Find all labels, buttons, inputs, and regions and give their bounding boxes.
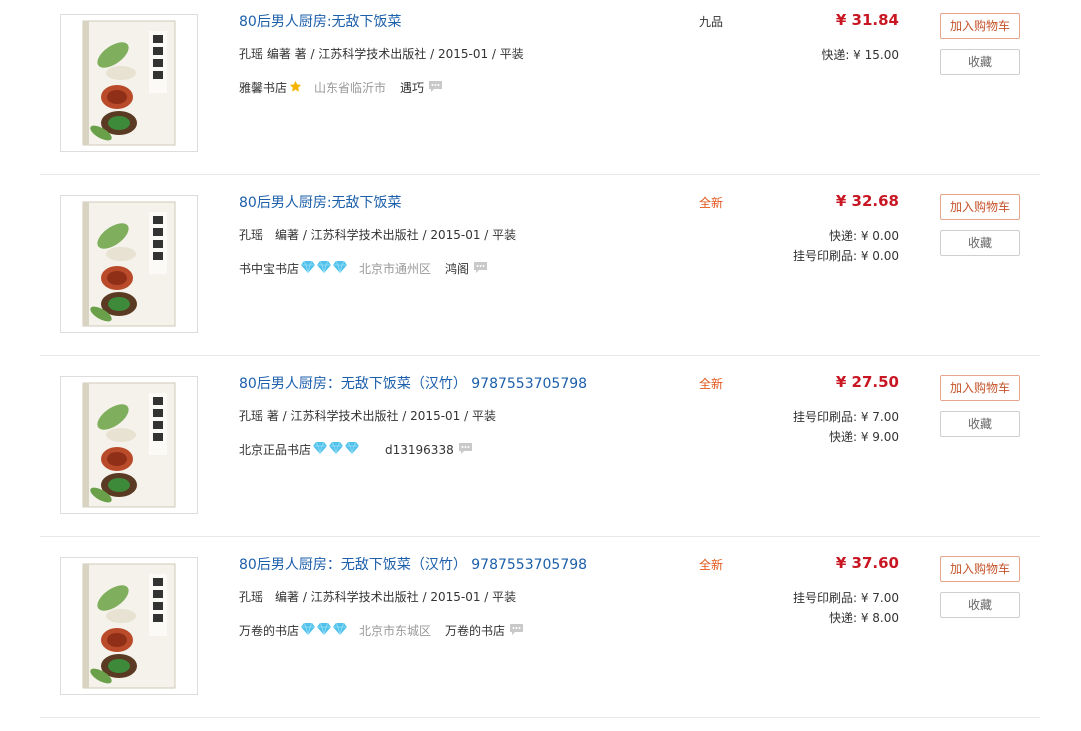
book-cover-image[interactable]	[60, 557, 198, 695]
price: ¥ 32.68	[835, 192, 899, 210]
diamond-icon	[317, 260, 332, 276]
shipping-fee: 快递: ¥ 8.00	[828, 611, 899, 625]
shipping-fee: 挂号印刷品: ¥ 0.00	[792, 249, 899, 263]
diamond-icon	[329, 441, 344, 457]
book-meta: 孔瑶 著 / 江苏科学技术出版社 / 2015-01 / 平装	[239, 409, 496, 423]
shop-info: 雅馨书店 山东省临沂市 遇巧	[239, 79, 443, 96]
book-cover-image[interactable]	[60, 195, 198, 333]
favorite-button[interactable]: 收藏	[940, 411, 1020, 437]
listing-row: 80后男人厨房:无敌下饭菜孔瑶 编著 / 江苏科学技术出版社 / 2015-01…	[40, 175, 1040, 356]
shipping-fee: 快递: ¥ 15.00	[821, 48, 899, 62]
shop-info: 万卷的书店 北京市东城区 万卷的书店	[239, 622, 524, 639]
favorite-button[interactable]: 收藏	[940, 230, 1020, 256]
diamond-icon	[345, 441, 360, 457]
shop-info: 书中宝书店 北京市通州区 鸿阁	[239, 260, 488, 277]
seller-name[interactable]: 遇巧	[400, 79, 424, 96]
diamond-icon	[313, 441, 328, 457]
price: ¥ 37.60	[835, 554, 899, 572]
star-icon	[289, 80, 302, 96]
book-title-link[interactable]: 80后男人厨房:无敌下饭菜	[239, 192, 402, 212]
book-title-link[interactable]: 80后男人厨房：无敌下饭菜（汉竹） 9787553705798	[239, 373, 587, 393]
shop-location: 北京市东城区	[359, 624, 432, 638]
shipping-fee: 挂号印刷品: ¥ 7.00	[792, 410, 899, 424]
listing-row: 80后男人厨房:无敌下饭菜孔瑶 编著 著 / 江苏科学技术出版社 / 2015-…	[40, 0, 1040, 175]
shipping-fee: 快递: ¥ 9.00	[828, 430, 899, 444]
condition-label: 全新	[699, 377, 724, 391]
condition-label: 全新	[699, 558, 724, 572]
book-meta: 孔瑶 编著 / 江苏科学技术出版社 / 2015-01 / 平装	[239, 228, 517, 242]
diamond-icon	[333, 622, 348, 638]
shop-location: 山东省临沂市	[314, 81, 387, 95]
price: ¥ 27.50	[835, 373, 899, 391]
chat-icon[interactable]	[473, 261, 488, 277]
shipping-fee: 挂号印刷品: ¥ 7.00	[792, 591, 899, 605]
add-to-cart-button[interactable]: 加入购物车	[940, 194, 1020, 220]
shop-name-link[interactable]: 北京正品书店	[239, 441, 311, 458]
shipping-fee: 快递: ¥ 0.00	[828, 229, 899, 243]
chat-icon[interactable]	[458, 442, 473, 458]
diamond-icon	[301, 622, 316, 638]
seller-name[interactable]: 鸿阁	[445, 260, 469, 277]
price: ¥ 31.84	[835, 11, 899, 29]
diamond-icon	[301, 260, 316, 276]
add-to-cart-button[interactable]: 加入购物车	[940, 375, 1020, 401]
favorite-button[interactable]: 收藏	[940, 49, 1020, 75]
book-meta: 孔瑶 编著 著 / 江苏科学技术出版社 / 2015-01 / 平装	[239, 47, 524, 61]
seller-name[interactable]: 万卷的书店	[445, 622, 505, 639]
book-meta: 孔瑶 编著 / 江苏科学技术出版社 / 2015-01 / 平装	[239, 590, 517, 604]
book-cover-image[interactable]	[60, 376, 198, 514]
condition-label: 九品	[699, 15, 724, 29]
listing-row: 80后男人厨房：无敌下饭菜（汉竹） 9787553705798 孔瑶 编著 / 江…	[40, 537, 1040, 718]
favorite-button[interactable]: 收藏	[940, 592, 1020, 618]
book-cover-image[interactable]	[60, 14, 198, 152]
book-title-link[interactable]: 80后男人厨房:无敌下饭菜	[239, 11, 402, 31]
shop-name-link[interactable]: 万卷的书店	[239, 622, 299, 639]
chat-icon[interactable]	[509, 623, 524, 639]
chat-icon[interactable]	[428, 80, 443, 96]
listing-row: 80后男人厨房：无敌下饭菜（汉竹） 9787553705798 孔瑶 著 / 江苏…	[40, 356, 1040, 537]
diamond-icon	[333, 260, 348, 276]
book-title-link[interactable]: 80后男人厨房：无敌下饭菜（汉竹） 9787553705798	[239, 554, 587, 574]
seller-name[interactable]: d13196338	[385, 443, 454, 457]
condition-label: 全新	[699, 196, 724, 210]
shop-name-link[interactable]: 雅馨书店	[239, 79, 287, 96]
add-to-cart-button[interactable]: 加入购物车	[940, 13, 1020, 39]
add-to-cart-button[interactable]: 加入购物车	[940, 556, 1020, 582]
diamond-icon	[317, 622, 332, 638]
shop-info: 北京正品书店 d13196338	[239, 441, 473, 458]
shop-location: 北京市通州区	[359, 262, 432, 276]
shop-name-link[interactable]: 书中宝书店	[239, 260, 299, 277]
